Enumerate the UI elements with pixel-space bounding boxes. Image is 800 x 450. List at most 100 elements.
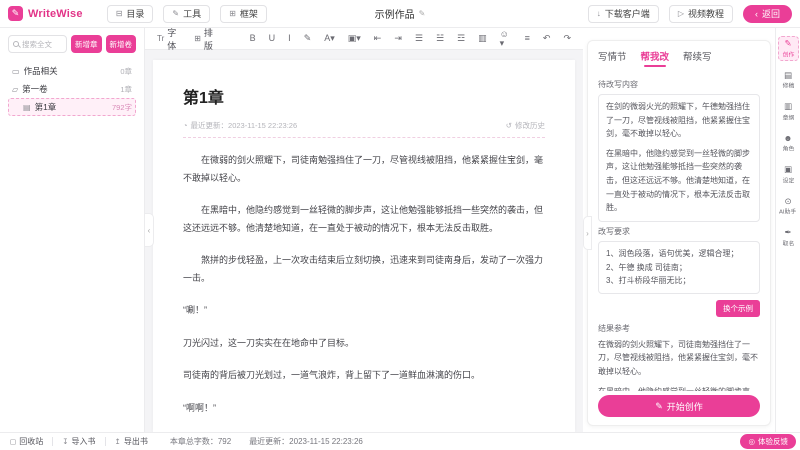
font-icon: Tr [157,34,164,43]
image-icon[interactable]: ▣▾ [348,34,361,43]
download-client-button[interactable]: ↓ 下载客户端 [588,5,659,23]
editor-toolbar: Tr 字体 ⊞ 排版 B U I ✎ [145,28,583,50]
add-volume-button[interactable]: 新增卷 [106,35,137,53]
indent-decrease-icon[interactable]: ⇤ [374,34,382,43]
tree-item-label: 作品相关 [24,65,58,77]
edit-title-icon[interactable]: ✎ [419,9,426,18]
rail-item-label: 取名 [782,238,794,247]
rail-item-setting[interactable]: ▣ 设定 [778,162,799,187]
logo-icon: ✎ [8,6,23,21]
tools-button[interactable]: ✎ 工具 [163,5,210,23]
chapter-tree: ▭ 作品相关 0章 ▱ 第一卷 1章 ▤ 第1章 792字 [8,62,136,425]
action-button-label: 视频教程 [688,7,724,20]
ai-panel-area: › 写情节帮我改帮续写 待改写内容 在剑的微弱火光的照耀下，午德勉强挡住了一刀，… [583,28,775,432]
logo-text: WriteWise [28,8,83,20]
rail-item-character[interactable]: ☻ 角色 [778,131,799,156]
sidebar-collapse-handle[interactable]: ‹ [145,213,154,247]
ai-rewrite-panel: › 写情节帮我改帮续写 待改写内容 在剑的微弱火光的照耀下，午德勉强挡住了一刀，… [587,40,771,426]
rail-item-outline[interactable]: ▥ 章纲 [778,99,799,124]
frame-button[interactable]: ⊞ 框架 [220,5,267,23]
feedback-button[interactable]: ◎ 体验反馈 [740,434,796,449]
chapter-paragraph: “啊啊！” [183,400,545,418]
rail-item-naming[interactable]: ✒ 取名 [778,225,799,250]
start-pen-icon: ✎ [655,401,663,412]
editor-area: Tr 字体 ⊞ 排版 B U I ✎ [145,28,583,432]
rail-item-icon: ⊙ [784,197,791,206]
font-color-icon[interactable]: A▾ [324,34,335,43]
requirement-line: 2、午德 换成 司徒南； [606,261,752,275]
align-left-icon[interactable]: ☰ [415,34,423,43]
rail-item-icon: ✒ [784,228,791,237]
divider-icon[interactable]: ≡ [525,34,530,43]
layout-menu-button[interactable]: ⊞ 排版 [194,26,222,52]
change-example-button[interactable]: 换个示例 [716,300,760,317]
rail-item-create[interactable]: ✎ 创作 [778,36,799,61]
document-title: 示例作品 ✎ [375,6,426,21]
tab-write-plot[interactable]: 写情节 [598,49,627,67]
tree-item-icon: ▤ [23,103,31,112]
tree-item-count: 792字 [112,102,132,113]
tree-item-volume1[interactable]: ▱ 第一卷 1章 [8,80,136,98]
emoji-icon[interactable]: ☺▾ [500,30,512,48]
font-menu-label: 字体 [167,26,185,52]
bold-icon[interactable]: B [250,34,256,43]
rewrite-paragraph: 煞拼的步伐轻盈，上一次攻击结束后立刻切换，迅速来到午德身后，发动了一次强力一击。 [606,221,752,222]
table-icon[interactable]: ▥ [478,34,487,43]
rail-item-ai-assistant[interactable]: ⊙ AI助手 [778,194,799,219]
tree-item-count: 0章 [120,66,132,77]
search-input[interactable] [22,40,62,49]
last-updated: ◔ 最近更新：2023-11-15 22:23:26 [183,120,297,131]
highlight-icon[interactable]: ✎ [304,34,312,43]
underline-icon[interactable]: U [269,34,276,43]
back-button[interactable]: ‹ 返回 [743,5,792,23]
requirement-line: 1、润色段落，语句优美，逻辑合理； [606,247,752,261]
start-writing-button[interactable]: ✎ 开始创作 [598,395,760,417]
italic-icon[interactable]: I [288,34,291,43]
chapter-body[interactable]: 在微弱的剑火照耀下，司徒南勉强挡住了一刀，尽管视线被阻挡，他紧紧握住宝剑，毫不敢… [183,152,545,432]
rewrite-content-textarea[interactable]: 在剑的微弱火光的照耀下，午德勉强挡住了一刀，尽管视线被阻挡，他紧紧握住宝剑，毫不… [598,94,760,222]
search-box[interactable] [8,35,67,53]
rail-item-revise[interactable]: ▤ 修稿 [778,68,799,93]
nav-button-icon: ⊞ [229,9,236,18]
result-reference-text[interactable]: 在微弱的剑火照耀下，司徒南勉强挡住了一刀，尽管视线被阻挡，他紧紧握住宝剑，毫不敢… [598,338,760,391]
export-book-button[interactable]: ↥ 导出书 [115,436,148,447]
redo-icon[interactable]: ↷ [563,34,571,43]
nav-button-icon: ⊟ [116,9,123,18]
rail-item-label: 角色 [782,144,794,153]
undo-icon[interactable]: ↶ [543,34,551,43]
font-menu-button[interactable]: Tr 字体 [157,26,185,52]
panel-collapse-handle[interactable]: › [583,216,592,250]
layout-menu-label: 排版 [204,26,222,52]
tree-item-chapter1[interactable]: ▤ 第1章 792字 [8,98,136,116]
rail-item-icon: ▤ [784,71,792,80]
rail-item-icon: ☻ [784,134,793,143]
tab-help-rewrite[interactable]: 帮我改 [641,49,670,67]
catalog-button[interactable]: ⊟ 目录 [107,5,154,23]
app-logo: ✎ WriteWise [8,6,83,21]
tree-item-icon: ▭ [12,67,20,76]
editor-page[interactable]: 第1章 ◔ 最近更新：2023-11-15 22:23:26 ↺ 修改历史 [153,60,575,432]
add-chapter-button[interactable]: 新增章 [71,35,102,53]
import-book-button[interactable]: ↧ 导入书 [62,436,95,447]
tab-help-continue[interactable]: 帮续写 [683,49,712,67]
editor-scroll-area[interactable]: 第1章 ◔ 最近更新：2023-11-15 22:23:26 ↺ 修改历史 [145,50,583,432]
align-right-icon[interactable]: ☲ [457,34,465,43]
top-bar: ✎ WriteWise ⊟ 目录 ✎ 工具 ⊞ 框架 [0,0,800,28]
requirements-textarea[interactable]: 1、润色段落，语句优美，逻辑合理；2、午德 换成 司徒南；3、打斗桥段华丽无比； [598,241,760,294]
indent-increase-icon[interactable]: ⇥ [394,34,402,43]
top-nav: ⊟ 目录 ✎ 工具 ⊞ 框架 [107,5,267,23]
tree-item-icon: ▱ [12,85,18,94]
recycle-bin-button[interactable]: ◻ 回收站 [10,436,43,447]
chapter-wordcount: 本章总字数：792 [170,436,231,447]
result-reference-label: 结果参考 [598,323,760,334]
feature-rail: ✎ 创作 ▤ 修稿 ▥ 章纲 ☻ 角色 [775,28,800,432]
chapter-paragraph: 在黑暗中，他隐约感觉到一丝轻微的脚步声，这让他勉强能够抵挡一些突然的袭击，但这还… [183,202,545,237]
chapter-sidebar: 新增章 新增卷 ▭ 作品相关 0章 ▱ 第一卷 1章 [0,28,145,432]
revision-history-link[interactable]: ↺ 修改历史 [506,120,545,131]
video-tutorial-button[interactable]: ▷ 视频教程 [669,5,733,23]
tree-item-works[interactable]: ▭ 作品相关 0章 [8,62,136,80]
rail-item-icon: ✎ [784,39,791,48]
nav-button-label: 框架 [240,7,258,20]
align-center-icon[interactable]: ☱ [436,34,444,43]
rewrite-content-label: 待改写内容 [598,79,760,90]
